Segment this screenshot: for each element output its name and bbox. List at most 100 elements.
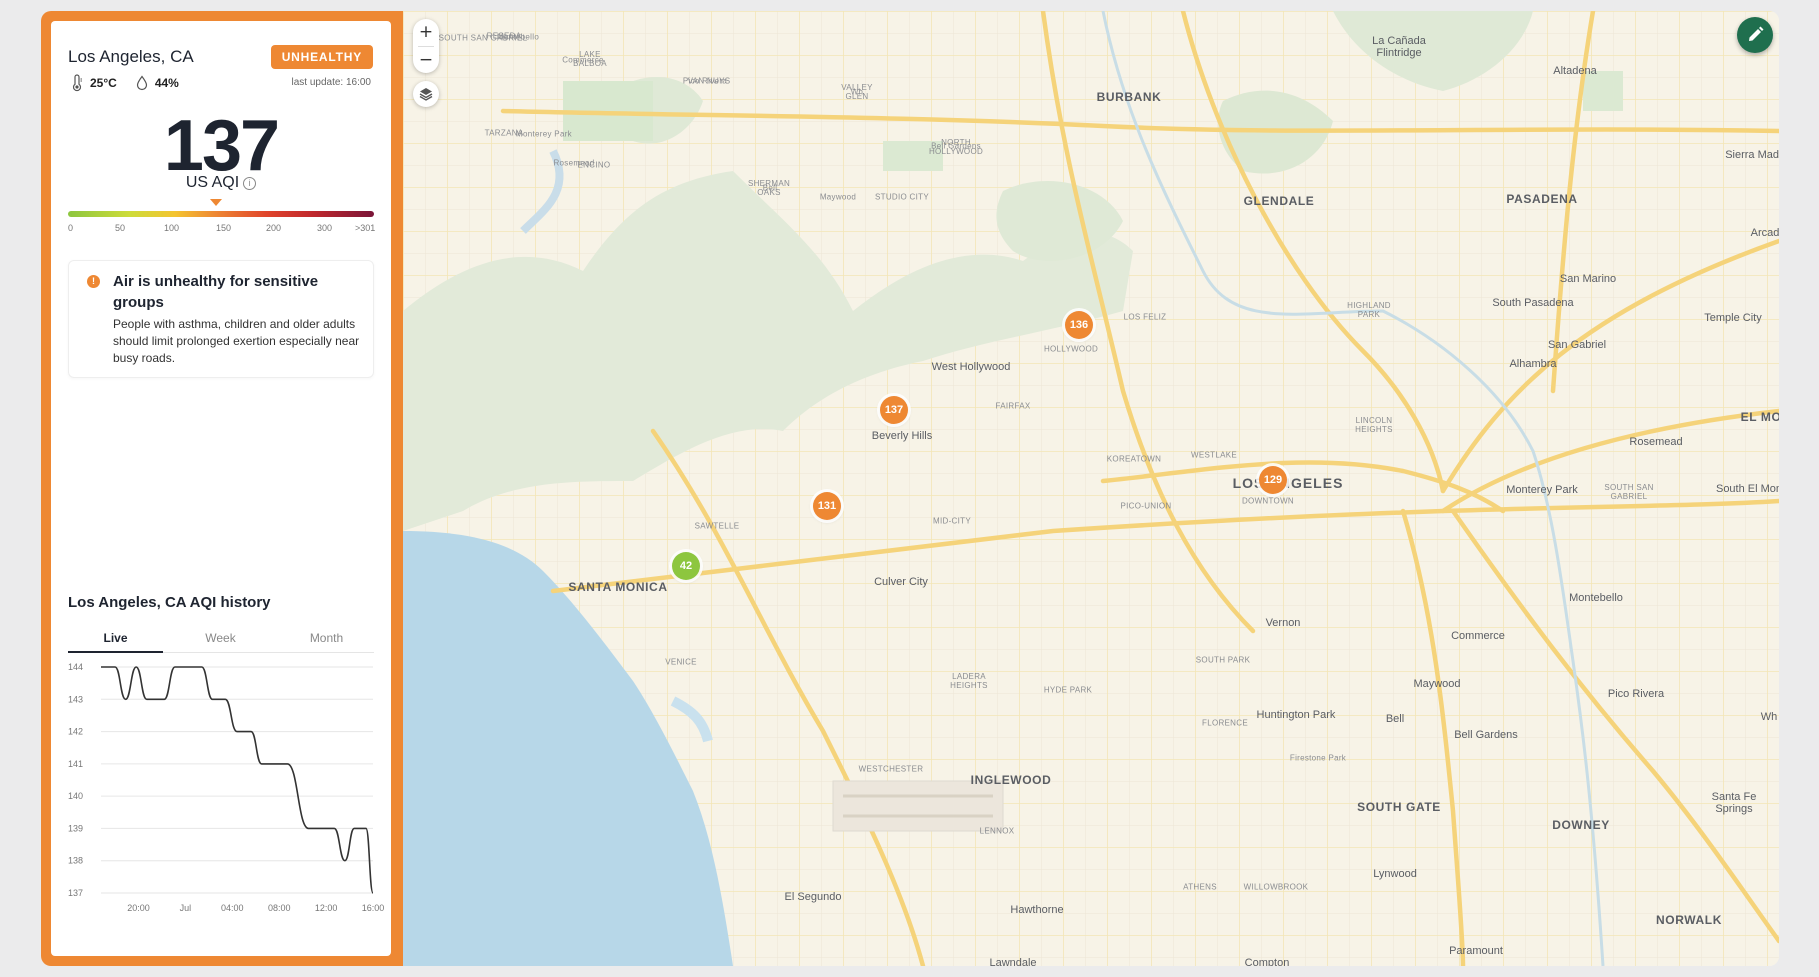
map-label: Hawthorne xyxy=(1010,904,1064,916)
temperature-value: 25°C xyxy=(90,76,117,90)
status-badge: UNHEALTHY xyxy=(270,45,373,69)
aqi-station-marker[interactable]: 137 xyxy=(880,396,908,424)
map-label: Paramount xyxy=(1449,945,1503,957)
map-label: SOUTH GATE xyxy=(1357,800,1441,814)
map-label: WESTCHESTER xyxy=(858,764,924,774)
humidity-value: 44% xyxy=(154,76,179,90)
map-label: SAWTELLE xyxy=(694,521,740,531)
map-label: EL MO xyxy=(1740,410,1779,424)
map-label: Culver City xyxy=(874,576,928,588)
map-label: DOWNEY xyxy=(1552,818,1610,832)
map-label: LAKE BALBOA xyxy=(573,50,607,68)
map-label: SOUTH PARK xyxy=(1195,655,1251,665)
layers-button[interactable] xyxy=(413,81,439,107)
layers-icon xyxy=(419,88,433,101)
map-label: Pico Rivera xyxy=(1607,688,1665,700)
map-label: Santa Fe Springs xyxy=(1711,791,1757,815)
map-label: Rosemead xyxy=(1629,436,1683,448)
map-label: GLENDALE xyxy=(1243,194,1315,208)
aqi-scale-ticks: 0 50 100 150 200 300 >301 xyxy=(68,223,376,235)
map-label: FAIRFAX xyxy=(995,401,1031,411)
map-label: STUDIO CITY xyxy=(875,192,929,202)
alert-title: Air is unhealthy for sensitive groups xyxy=(113,273,319,311)
chart-y-tick-label: 144 xyxy=(68,662,83,672)
map-label: BURBANK xyxy=(1096,90,1162,104)
map-label: Monterey Park xyxy=(516,129,572,139)
map-label: VENICE xyxy=(665,657,697,667)
chart-x-tick-label: 12:00 xyxy=(315,903,338,913)
edit-button[interactable] xyxy=(1737,17,1773,53)
scale-tick: 150 xyxy=(216,223,232,233)
map-label: Beverly Hills xyxy=(871,430,933,442)
map-label: LADERA HEIGHTS xyxy=(950,672,988,690)
map-label: RESEDA xyxy=(486,31,522,41)
chart-y-tick-label: 138 xyxy=(68,856,83,866)
aqi-card: Los Angeles, CA UNHEALTHY 25°C 44% last … xyxy=(51,21,391,956)
map-label: Bell xyxy=(1385,713,1405,725)
map-label: Maywood xyxy=(819,192,857,202)
aqi-station-marker[interactable]: 136 xyxy=(1065,311,1093,339)
aqi-station-marker[interactable]: 131 xyxy=(813,492,841,520)
map-label: Monterey Park xyxy=(1506,484,1578,496)
map-label: HIGHLAND PARK xyxy=(1347,301,1391,319)
map-label: SOUTH SAN GABRIEL xyxy=(1604,483,1654,501)
map-label: VAN NUYS xyxy=(687,76,731,86)
zoom-in-button[interactable]: + xyxy=(413,19,439,46)
info-icon[interactable]: i xyxy=(243,177,257,190)
zoom-out-button[interactable]: − xyxy=(413,47,439,74)
history-title: Los Angeles, CA AQI history xyxy=(68,594,271,611)
map-label: TARZANA xyxy=(484,128,524,138)
scale-tick: 200 xyxy=(266,223,282,233)
last-update-text: last update: 16:00 xyxy=(291,77,371,88)
map-label: Maywood xyxy=(1413,678,1461,690)
aqi-station-marker[interactable]: 42 xyxy=(672,552,700,580)
map-label: Arcad xyxy=(1750,227,1779,239)
map-label: LINCOLN HEIGHTS xyxy=(1355,416,1393,434)
window-frame: Los Angeles, CA UNHEALTHY 25°C 44% last … xyxy=(0,0,1819,977)
scale-tick: >301 xyxy=(355,223,376,233)
map-label: Altadena xyxy=(1553,65,1597,77)
map-label: ENCINO xyxy=(577,160,611,170)
map-label: LOS FELIZ xyxy=(1123,312,1167,322)
chart-x-tick-label: 20:00 xyxy=(127,903,150,913)
map-label: San Marino xyxy=(1559,273,1617,285)
chart-y-tick-label: 137 xyxy=(68,888,83,898)
aqi-scale-bar xyxy=(68,211,374,217)
aqi-station-marker[interactable]: 129 xyxy=(1259,466,1287,494)
map-label: San Gabriel xyxy=(1547,339,1607,351)
humidity-icon xyxy=(136,75,147,91)
chart-x-tick-label: 04:00 xyxy=(221,903,244,913)
map-label: Compton xyxy=(1244,957,1290,966)
map-label: NORTH HOLLYWOOD xyxy=(928,138,984,156)
location-name: Los Angeles, CA xyxy=(68,47,194,66)
map-label: South El Mon xyxy=(1715,483,1779,495)
map-label: HYDE PARK xyxy=(1043,685,1093,695)
map-label: WESTLAKE xyxy=(1191,450,1237,460)
map-label: INGLEWOOD xyxy=(970,773,1052,787)
history-tabs: Live Week Month xyxy=(68,629,374,653)
scale-tick: 100 xyxy=(164,223,180,233)
chart-series-line xyxy=(100,666,374,894)
tab-week[interactable]: Week xyxy=(173,629,268,653)
map-label: HOLLYWOOD xyxy=(1043,344,1099,354)
aqi-scale-marker xyxy=(210,199,222,206)
aqi-label: US AQI xyxy=(185,174,240,191)
map-label: La Cañada Flintridge xyxy=(1372,35,1426,59)
map-label: PICO-UNION xyxy=(1120,501,1172,511)
map-label: MID-CITY xyxy=(933,516,971,526)
map-label: SANTA MONICA xyxy=(568,580,668,594)
map-label: PASADENA xyxy=(1506,192,1578,206)
map-label: Vernon xyxy=(1265,617,1301,629)
map-label: Commerce xyxy=(1451,630,1505,642)
map-label: South Pasadena xyxy=(1492,297,1574,309)
chart-y-tick-label: 143 xyxy=(68,694,83,704)
tab-live[interactable]: Live xyxy=(68,629,163,653)
map-view[interactable]: Montebello Commerce Pico Rivera Wh Bell … xyxy=(403,11,1779,966)
map-label: Lawndale xyxy=(989,957,1037,966)
weather-row: 25°C 44% xyxy=(68,74,179,92)
map-label: West Hollywood xyxy=(931,361,1011,373)
map-label: NORWALK xyxy=(1656,913,1722,927)
map-label: WILLOWBROOK xyxy=(1243,882,1309,892)
tab-month[interactable]: Month xyxy=(279,629,374,653)
map-label: Lynwood xyxy=(1373,868,1417,880)
